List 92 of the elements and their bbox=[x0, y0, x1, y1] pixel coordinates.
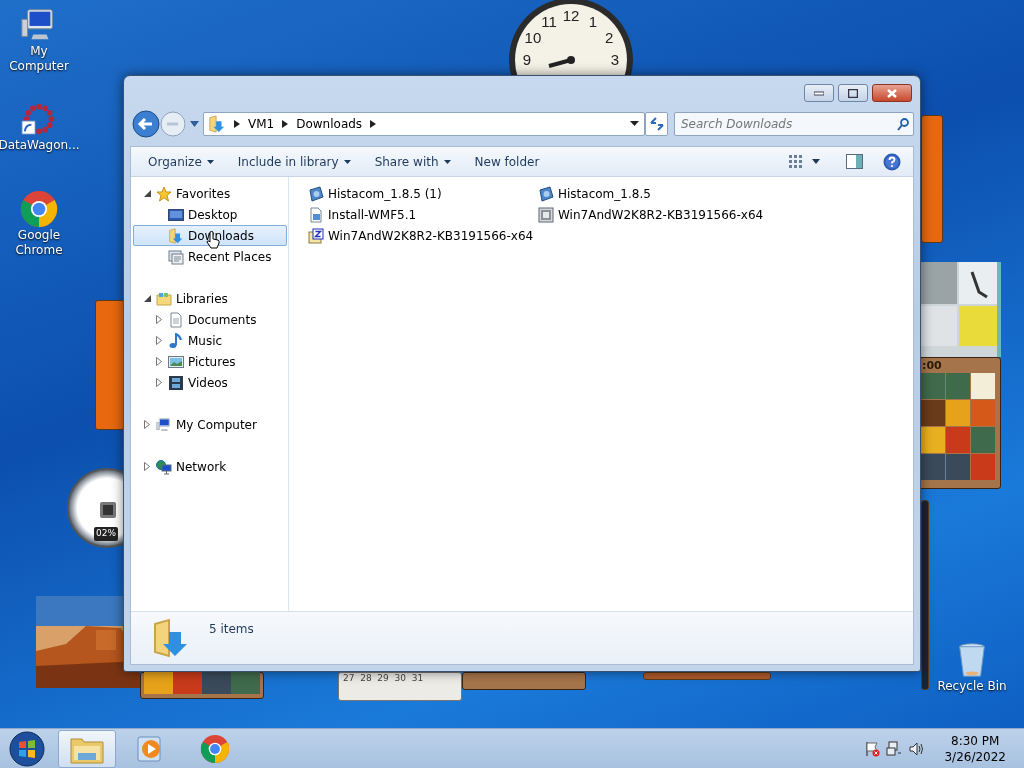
file-item[interactable]: Histacom_1.8.5 (1) bbox=[308, 183, 538, 204]
nav-item[interactable]: Videos bbox=[133, 372, 287, 393]
installer-icon bbox=[538, 185, 554, 202]
collapsed-arrow-icon bbox=[156, 336, 162, 345]
network-status-icon[interactable] bbox=[886, 740, 903, 757]
history-dropdown-icon[interactable] bbox=[190, 121, 199, 127]
caret-icon bbox=[343, 159, 351, 164]
collapsed-arrow-icon bbox=[156, 315, 162, 324]
breadcrumb-link[interactable]: VM1 bbox=[244, 114, 279, 133]
breadcrumb-link[interactable]: Downloads bbox=[292, 114, 367, 133]
music-note-icon bbox=[168, 332, 184, 349]
minimize-icon bbox=[814, 90, 824, 96]
computer-icon bbox=[156, 416, 172, 433]
expanded-arrow-icon bbox=[143, 295, 151, 302]
toolbar-button[interactable]: Include in library bbox=[227, 152, 361, 171]
maximize-button[interactable] bbox=[838, 84, 868, 102]
caret-icon bbox=[206, 159, 214, 164]
collapsed-arrow-icon bbox=[156, 378, 162, 387]
nav-item[interactable]: Documents bbox=[133, 309, 287, 330]
search-field[interactable]: Search Downloads bbox=[674, 111, 914, 136]
nav-item[interactable]: Desktop bbox=[133, 204, 287, 225]
chevron-icon[interactable] bbox=[234, 119, 240, 128]
view-grid-icon[interactable] bbox=[788, 153, 804, 170]
file-item[interactable]: Histacom_1.8.5 bbox=[538, 183, 768, 204]
file-item[interactable]: Win7AndW2K8R2-KB3191566-x64 bbox=[308, 225, 538, 246]
taskbar-clock[interactable]: 8:30 PM 3/26/2022 bbox=[944, 732, 1006, 765]
caret-icon bbox=[443, 159, 451, 164]
library-icon bbox=[156, 290, 172, 307]
search-icon[interactable] bbox=[897, 117, 909, 131]
clock-numeral: 3 bbox=[610, 51, 620, 68]
nav-item[interactable]: Music bbox=[133, 330, 287, 351]
collapsed-arrow-icon bbox=[156, 357, 162, 366]
volume-icon[interactable] bbox=[908, 740, 925, 757]
clock-numeral: 11 bbox=[541, 12, 557, 30]
start-button[interactable] bbox=[8, 729, 46, 768]
clock-numeral: 9 bbox=[522, 51, 532, 68]
clock-numeral: 12 bbox=[562, 7, 580, 24]
star-icon bbox=[156, 185, 172, 202]
script-file-icon bbox=[308, 206, 324, 223]
nav-item[interactable]: Network bbox=[133, 456, 287, 477]
nav-item[interactable]: Pictures bbox=[133, 351, 287, 372]
refresh-icon bbox=[649, 116, 664, 131]
maximize-icon bbox=[848, 88, 858, 98]
chrome-icon bbox=[200, 733, 230, 764]
caret-icon[interactable] bbox=[812, 159, 820, 164]
collapsed-arrow-icon bbox=[144, 462, 150, 471]
flag-icon[interactable] bbox=[864, 740, 881, 757]
nav-item[interactable]: My Computer bbox=[133, 414, 287, 435]
expanded-arrow-icon bbox=[143, 190, 151, 197]
file-item[interactable]: Win7AndW2K8R2-KB3191566-x64 bbox=[538, 204, 768, 225]
clock-numeral: 2 bbox=[604, 29, 614, 46]
desktop-icon-label[interactable]: My Computer bbox=[0, 44, 78, 74]
close-button[interactable] bbox=[872, 84, 912, 102]
film-icon bbox=[168, 374, 184, 391]
preview-pane-icon[interactable] bbox=[846, 154, 863, 169]
chevron-icon[interactable] bbox=[370, 119, 377, 128]
toolbar-button[interactable]: Share with bbox=[364, 152, 461, 171]
nav-item[interactable]: Libraries bbox=[133, 288, 287, 309]
document-icon bbox=[168, 311, 184, 328]
desktop-icon-label[interactable]: DataWagon... bbox=[0, 138, 80, 153]
puzzle-timer: :00 bbox=[922, 358, 942, 374]
downloads-folder-icon bbox=[168, 227, 184, 244]
recent-places-icon bbox=[168, 248, 184, 265]
toolbar-button[interactable]: New folder bbox=[464, 152, 550, 171]
pictures-icon bbox=[168, 353, 184, 370]
clock-numeral: 1 bbox=[588, 12, 598, 30]
file-item[interactable]: Install-WMF5.1 bbox=[308, 204, 538, 225]
zip-file-icon bbox=[308, 227, 324, 244]
package-file-icon bbox=[538, 206, 554, 223]
dropdown-arrow-icon[interactable] bbox=[630, 121, 639, 126]
installer-icon bbox=[308, 185, 324, 202]
item-count: 5 items bbox=[209, 621, 254, 638]
desktop-icon-label[interactable]: Google Chrome bbox=[14, 228, 64, 258]
address-bar[interactable]: VM1 Downloads bbox=[203, 111, 645, 136]
chevron-icon[interactable] bbox=[282, 119, 289, 128]
desktop-icon bbox=[168, 206, 184, 223]
help-icon[interactable] bbox=[883, 152, 901, 171]
refresh-button[interactable] bbox=[645, 111, 668, 136]
close-icon bbox=[887, 88, 897, 98]
back-button[interactable] bbox=[132, 109, 160, 138]
network-icon bbox=[156, 458, 172, 475]
nav-item[interactable]: Favorites bbox=[133, 183, 287, 204]
chrome-icon[interactable] bbox=[20, 190, 58, 228]
downloads-folder-icon bbox=[208, 114, 226, 133]
cpu-reading: 02% bbox=[94, 527, 118, 541]
nav-item[interactable]: Recent Places bbox=[133, 246, 287, 267]
desktop-icon-label[interactable]: Recycle Bin bbox=[937, 679, 1007, 694]
clock-hands bbox=[548, 56, 575, 68]
calendar-days: 27 28 29 30 31 bbox=[343, 673, 424, 684]
clock-numeral: 10 bbox=[524, 29, 542, 46]
collapsed-arrow-icon bbox=[144, 420, 150, 429]
toolbar-button[interactable]: Organize bbox=[138, 152, 224, 171]
